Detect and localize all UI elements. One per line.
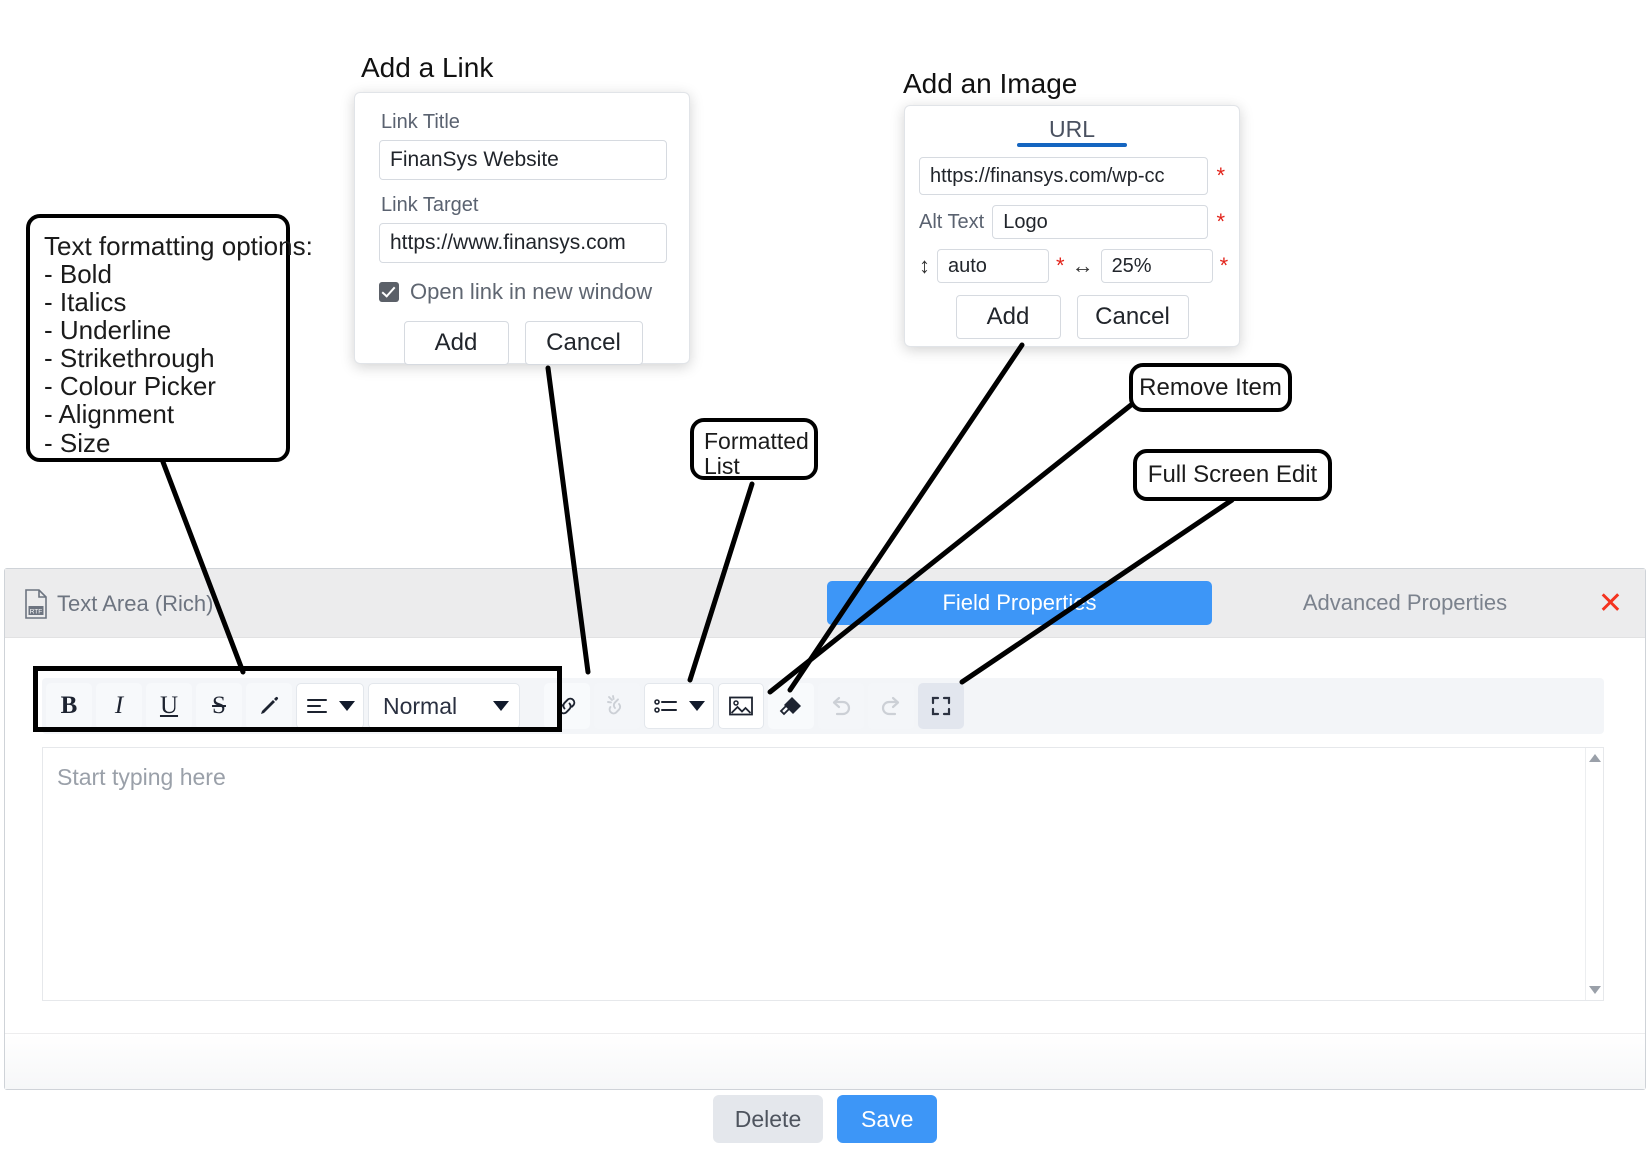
link-cancel-button[interactable]: Cancel [524,321,643,365]
delete-button[interactable]: Delete [712,1095,824,1143]
insert-image-button[interactable] [718,683,764,729]
colour-picker-button[interactable] [246,683,292,729]
style-select-value: Normal [383,692,458,719]
strikethrough-button[interactable]: S [196,683,242,729]
callout-full-screen-edit-label: Full Screen Edit [1147,461,1318,489]
redo-button [868,683,914,729]
add-an-image-heading: Add an Image [903,68,1078,99]
tab-field-properties-label: Field Properties [942,590,1097,615]
callout-remove-item-label: Remove Item [1139,373,1282,401]
image-height-input[interactable] [937,249,1049,283]
link-target-label: Link Target [381,194,479,216]
callout-item-underline: - Underline [44,315,172,346]
link-icon [558,697,576,715]
scroll-down-icon[interactable] [1589,986,1601,994]
alignment-caret-icon [339,701,355,711]
image-add-button[interactable]: Add [955,295,1061,339]
width-arrow-icon: ↔ [1071,253,1094,278]
image-height-required-marker: * [1056,253,1065,278]
alignment-button[interactable] [296,683,364,729]
unlink-icon [607,695,622,715]
callout-full-screen-edit: Full Screen Edit [1133,449,1332,501]
callout-remove-item: Remove Item [1129,363,1292,412]
save-button[interactable]: Save [837,1095,938,1143]
add-link-dialog: Link Title Link Target Open link in new … [354,92,690,365]
image-url-tab[interactable]: URL [1017,116,1127,143]
bold-button[interactable]: B [46,683,92,729]
rich-text-editing-area[interactable]: Start typing here [42,747,1604,1001]
callout-item-strikethrough: - Strikethrough [44,343,215,374]
redo-icon [881,696,900,716]
link-add-button[interactable]: Add [403,321,509,365]
align-left-icon [307,699,327,713]
editor-placeholder: Start typing here [57,764,226,790]
style-caret-icon [493,701,509,711]
open-in-new-window-label: Open link in new window [410,279,653,304]
add-image-dialog: URL * Alt Text * ↕ * ↔ * Add Cancel [904,105,1240,347]
tab-advanced-properties-label: Advanced Properties [1302,590,1508,615]
svg-text:RTF: RTF [30,609,43,616]
undo-button [818,683,864,729]
image-width-required-marker: * [1219,253,1229,278]
scroll-up-icon[interactable] [1589,754,1601,762]
callout-item-bold: - Bold [44,259,112,290]
expand-icon [931,696,951,716]
image-icon [729,696,753,716]
link-title-input[interactable] [379,140,667,180]
editor-scrollbar[interactable] [1585,748,1603,1000]
callout-formatted-list-line1: Formatted [704,428,809,454]
link-target-input[interactable] [379,223,667,263]
panel-footer [5,1033,1645,1089]
rtf-file-icon: RTF [25,589,47,619]
tab-advanced-properties[interactable]: Advanced Properties [1235,581,1575,625]
image-width-input[interactable] [1100,249,1213,283]
eraser-icon [779,697,801,716]
height-arrow-icon: ↕ [919,253,930,278]
field-properties-panel: RTF Text Area (Rich) Field Properties Ad… [4,568,1646,1090]
image-url-input[interactable] [919,157,1209,195]
callout-item-size: - Size [44,427,111,458]
callout-formatted-list: Formatted List [690,418,818,480]
link-title-label: Link Title [381,111,460,133]
remove-format-button[interactable] [768,683,814,729]
callout-item-alignment: - Alignment [44,399,175,430]
close-icon[interactable]: ✕ [1598,589,1623,619]
undo-icon [832,696,851,716]
field-type-label: Text Area (Rich) [57,591,214,616]
callout-formatted-list-line2: List [704,452,740,479]
pen-icon [261,696,279,714]
style-select[interactable]: Normal [368,683,520,729]
italic-button[interactable]: I [96,683,142,729]
open-in-new-window-row[interactable]: Open link in new window [379,279,667,305]
add-a-link-heading: Add a Link [361,52,494,83]
callout-title: Text formatting options: [44,231,313,261]
image-alt-required-marker: * [1216,209,1225,234]
callout-text-formatting: Text formatting options: - Bold - Italic… [26,214,313,462]
list-icon [654,699,677,713]
panel-header: RTF Text Area (Rich) Field Properties Ad… [5,569,1645,638]
bullet-list-caret-icon [689,701,705,711]
action-button-row: Delete Save [0,1095,1650,1143]
callout-item-italics: - Italics [44,287,127,318]
image-alt-text-label: Alt Text [919,210,985,233]
insert-link-button[interactable] [544,683,590,729]
open-in-new-window-checkbox[interactable] [379,282,399,302]
image-url-tab-underline [1017,143,1127,147]
bullet-list-button[interactable] [644,683,714,729]
tab-field-properties[interactable]: Field Properties [827,581,1212,625]
underline-button[interactable]: U [146,683,192,729]
rich-text-toolbar: B I U S Normal [42,678,1604,734]
callout-item-colour-picker: - Colour Picker [44,371,216,402]
remove-link-button [594,683,640,729]
full-screen-button[interactable] [918,683,964,729]
image-url-required-marker: * [1216,163,1225,188]
image-alt-text-input[interactable] [992,205,1209,239]
image-cancel-button[interactable]: Cancel [1076,295,1189,339]
